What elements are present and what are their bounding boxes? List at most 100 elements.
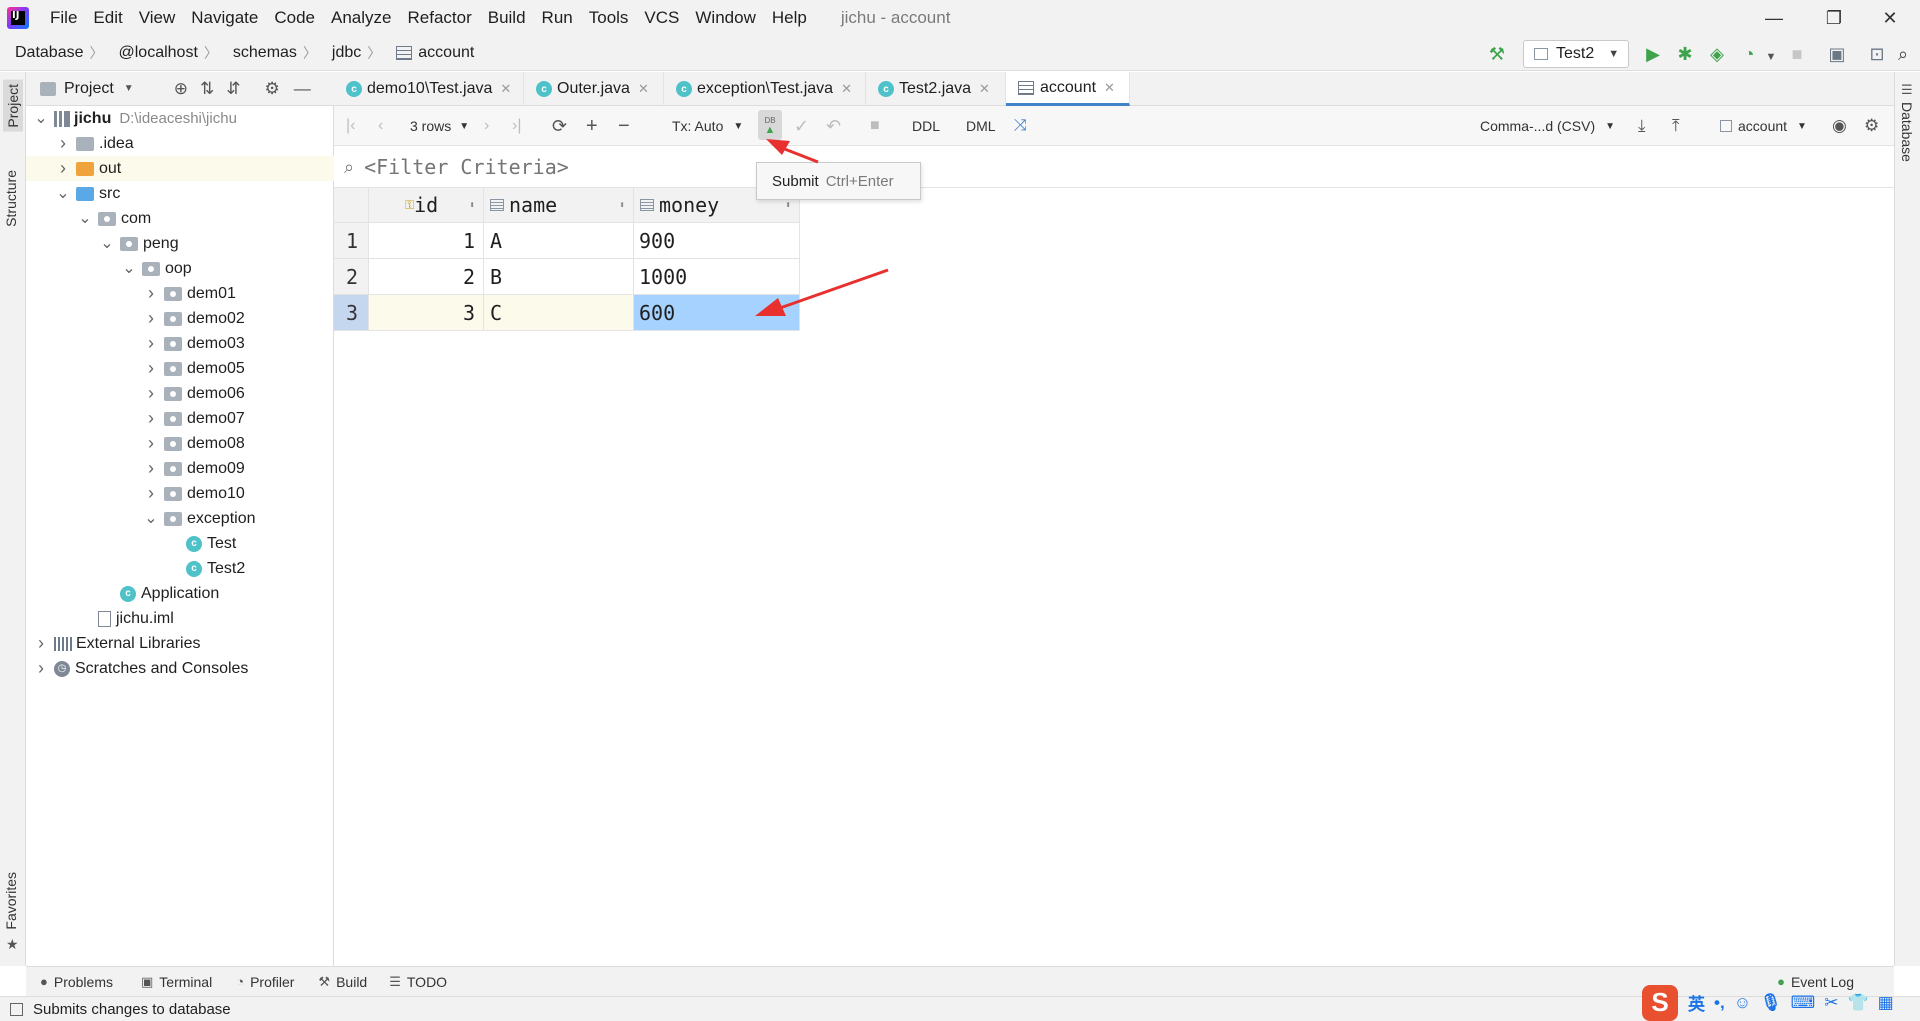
tree-item[interactable]: › demo06 <box>26 381 334 406</box>
chevron-right-icon[interactable]: › <box>144 458 158 479</box>
breadcrumb-item[interactable]: account <box>381 44 474 62</box>
tab-test2[interactable]: c Test2.java ✕ <box>866 72 1006 106</box>
column-header[interactable]: name ⬍ <box>484 188 634 223</box>
tab-build[interactable]: ⚒ Build <box>318 974 367 990</box>
chevron-down-icon[interactable]: ⌄ <box>100 235 114 251</box>
chevron-right-icon[interactable]: › <box>144 283 158 304</box>
add-row-icon[interactable]: + <box>586 115 598 137</box>
dml-button[interactable]: DML <box>966 115 996 137</box>
table-cell[interactable]: C <box>484 295 634 331</box>
chevron-right-icon[interactable]: › <box>144 433 158 454</box>
menu-grid-icon[interactable]: ▦ <box>1878 993 1894 1013</box>
tree-item[interactable]: › demo09 <box>26 456 334 481</box>
previous-page-icon[interactable]: ‹ <box>378 115 383 137</box>
favorites-tool-tab[interactable]: Favorites <box>3 872 19 930</box>
run-icon[interactable]: ▶ <box>1642 43 1664 65</box>
gear-icon[interactable]: ⚙ <box>264 79 279 99</box>
refresh-icon[interactable]: ⟳ <box>552 115 567 137</box>
chevron-right-icon[interactable]: › <box>144 358 158 379</box>
tab-account[interactable]: account ✕ <box>1006 72 1130 106</box>
menu-vcs[interactable]: VCS <box>636 0 687 36</box>
close-icon[interactable]: ✕ <box>638 81 649 97</box>
chevron-right-icon[interactable]: › <box>144 408 158 429</box>
close-icon[interactable]: ✕ <box>841 81 852 97</box>
compare-icon[interactable]: ⤨ <box>1014 115 1027 137</box>
download-icon[interactable]: ⤓ <box>1638 115 1646 137</box>
keyboard-icon[interactable]: ⌨ <box>1791 993 1816 1013</box>
tab-todo[interactable]: ☰ TODO <box>389 974 447 990</box>
menu-file[interactable]: File <box>42 0 85 36</box>
rows-count-select[interactable]: 3 rows ▼ <box>410 115 469 137</box>
chevron-right-icon[interactable]: › <box>144 383 158 404</box>
export-format-select[interactable]: Comma-...d (CSV) ▼ <box>1480 115 1615 137</box>
breadcrumb-item[interactable]: schemas 〉 <box>218 43 317 63</box>
sort-icon[interactable]: ⬍ <box>469 200 475 211</box>
tab-outer[interactable]: c Outer.java ✕ <box>524 72 664 106</box>
tree-item[interactable]: › demo08 <box>26 431 334 456</box>
emoji-icon[interactable]: ☺ <box>1734 993 1751 1013</box>
build-hammer-icon[interactable]: ⚒ <box>1486 43 1508 65</box>
close-icon[interactable]: ✕ <box>500 81 511 97</box>
chevron-right-icon[interactable]: › <box>34 658 48 679</box>
chevron-down-icon[interactable]: ⌄ <box>122 260 136 276</box>
chevron-down-icon[interactable]: ⌄ <box>144 510 158 526</box>
tree-item[interactable]: c Test <box>26 531 334 556</box>
next-page-icon[interactable]: › <box>484 115 489 137</box>
terminal-icon[interactable]: ⊡ <box>1866 43 1888 65</box>
menu-view[interactable]: View <box>131 0 184 36</box>
menu-run[interactable]: Run <box>534 0 581 36</box>
tree-item[interactable]: › dem01 <box>26 281 334 306</box>
first-page-icon[interactable]: |‹ <box>346 115 355 137</box>
breadcrumb-item[interactable]: @localhost 〉 <box>104 43 218 63</box>
shirt-icon[interactable]: 👕 <box>1847 993 1868 1013</box>
chevron-right-icon[interactable]: › <box>144 308 158 329</box>
database-tool-tab[interactable]: Database <box>1899 102 1915 162</box>
profile-icon[interactable]: ◔ <box>1738 43 1760 65</box>
tab-profiler[interactable]: ◔ Profiler <box>236 974 294 990</box>
toggle-panels-icon[interactable] <box>10 1002 23 1016</box>
column-header[interactable]: ⚿ id ⬍ <box>369 188 484 223</box>
delete-row-icon[interactable]: − <box>618 115 630 137</box>
transaction-mode-select[interactable]: Tx: Auto ▼ <box>672 115 743 137</box>
row-number[interactable]: 2 <box>334 259 369 295</box>
chevron-down-icon[interactable]: ⌄ <box>56 185 70 201</box>
chevron-down-icon[interactable]: ▼ <box>1760 46 1782 68</box>
menu-refactor[interactable]: Refactor <box>399 0 479 36</box>
minimize-button[interactable]: — <box>1744 0 1804 36</box>
selected-table-cell[interactable]: 600 <box>634 295 800 331</box>
chevron-right-icon[interactable]: › <box>144 483 158 504</box>
close-icon[interactable]: ✕ <box>1104 80 1115 96</box>
skin-icon[interactable]: ✂ <box>1824 993 1838 1013</box>
sort-icon[interactable]: ⬍ <box>619 200 625 211</box>
datasource-select[interactable]: account ▼ <box>1720 115 1807 137</box>
tab-demo10-test[interactable]: c demo10\Test.java ✕ <box>334 72 524 106</box>
punctuation-icon[interactable]: •, <box>1714 993 1725 1013</box>
chevron-down-icon[interactable]: ⌄ <box>78 210 92 226</box>
menu-code[interactable]: Code <box>266 0 323 36</box>
breadcrumb-item[interactable]: jdbc 〉 <box>317 43 381 63</box>
table-cell[interactable]: B <box>484 259 634 295</box>
table-cell[interactable]: 1 <box>369 223 484 259</box>
run-configuration-select[interactable]: Test2 ▼ <box>1523 40 1629 68</box>
cancel-query-icon[interactable]: ■ <box>870 115 880 137</box>
project-structure-icon[interactable]: ▣ <box>1826 43 1848 65</box>
expand-all-icon[interactable]: ⇅ <box>200 79 214 99</box>
tree-item[interactable]: › External Libraries <box>26 631 334 656</box>
structure-tool-tab[interactable]: Structure <box>3 170 19 227</box>
tree-item[interactable]: c Test2 <box>26 556 334 581</box>
chevron-down-icon[interactable]: ▼ <box>124 83 134 94</box>
search-icon[interactable]: ⌕ <box>1892 43 1914 65</box>
hide-icon[interactable]: — <box>294 79 311 99</box>
chevron-right-icon[interactable]: › <box>56 158 70 179</box>
close-window-button[interactable]: ✕ <box>1860 0 1920 36</box>
tree-item[interactable]: › .idea <box>26 131 334 156</box>
stop-icon[interactable]: ■ <box>1786 43 1808 65</box>
table-cell[interactable]: 900 <box>634 223 800 259</box>
microphone-icon[interactable]: 🎙 <box>1760 993 1782 1013</box>
tree-item[interactable]: › demo05 <box>26 356 334 381</box>
tree-item[interactable]: ⌄ src <box>26 181 334 206</box>
tree-item[interactable]: › demo07 <box>26 406 334 431</box>
tab-problems[interactable]: ● Problems <box>40 974 113 990</box>
table-cell[interactable]: 1000 <box>634 259 800 295</box>
tree-item[interactable]: ⌄ exception <box>26 506 334 531</box>
